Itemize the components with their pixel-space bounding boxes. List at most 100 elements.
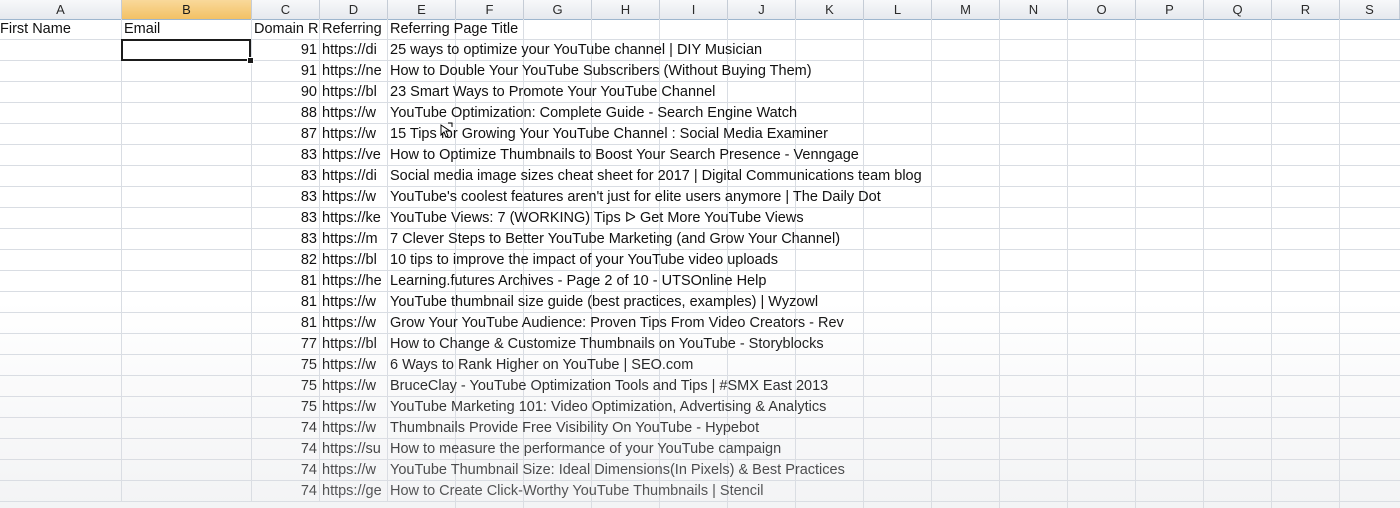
cell-first-name[interactable]: [0, 82, 122, 103]
column-header-d[interactable]: D: [320, 0, 388, 19]
cell-referring-title[interactable]: 10 tips to improve the impact of your Yo…: [388, 250, 948, 271]
cell-referring-title[interactable]: How to Double Your YouTube Subscribers (…: [388, 61, 948, 82]
cell-domain-rating[interactable]: 90: [252, 82, 320, 103]
cell-domain-rating[interactable]: 81: [252, 313, 320, 334]
cell-first-name[interactable]: [0, 355, 122, 376]
cell-domain-rating[interactable]: 74: [252, 418, 320, 439]
column-header-i[interactable]: I: [660, 0, 728, 19]
cell-referring-url[interactable]: https://w: [320, 313, 388, 334]
cell-referring-title[interactable]: How to Optimize Thumbnails to Boost Your…: [388, 145, 948, 166]
cell-first-name[interactable]: [0, 376, 122, 397]
cell-email[interactable]: [122, 166, 252, 187]
column-header-c[interactable]: C: [252, 0, 320, 19]
cell-referring-title[interactable]: BruceClay - YouTube Optimization Tools a…: [388, 376, 948, 397]
column-header-f[interactable]: F: [456, 0, 524, 19]
cell-referring-url[interactable]: https://w: [320, 103, 388, 124]
active-cell-selection[interactable]: [121, 39, 251, 61]
cell-domain-rating[interactable]: 75: [252, 376, 320, 397]
cell-domain-rating[interactable]: 74: [252, 460, 320, 481]
cell-email[interactable]: [122, 418, 252, 439]
cell-domain-rating[interactable]: 91: [252, 40, 320, 61]
header-first-name[interactable]: First Name: [0, 19, 122, 40]
cell-referring-title[interactable]: 6 Ways to Rank Higher on YouTube | SEO.c…: [388, 355, 948, 376]
cell-first-name[interactable]: [0, 145, 122, 166]
cell-email[interactable]: [122, 61, 252, 82]
column-header-l[interactable]: L: [864, 0, 932, 19]
cell-email[interactable]: [122, 82, 252, 103]
cell-first-name[interactable]: [0, 250, 122, 271]
cell-email[interactable]: [122, 124, 252, 145]
cell-referring-title[interactable]: YouTube's coolest features aren't just f…: [388, 187, 948, 208]
cell-email[interactable]: [122, 187, 252, 208]
column-header-p[interactable]: P: [1136, 0, 1204, 19]
cell-referring-url[interactable]: https://w: [320, 376, 388, 397]
cell-referring-url[interactable]: https://ke: [320, 208, 388, 229]
column-header-m[interactable]: M: [932, 0, 1000, 19]
cell-referring-title[interactable]: YouTube Marketing 101: Video Optimizatio…: [388, 397, 948, 418]
column-header-s[interactable]: S: [1340, 0, 1400, 19]
cell-email[interactable]: [122, 439, 252, 460]
cell-referring-url[interactable]: https://w: [320, 460, 388, 481]
cell-referring-title[interactable]: Learning.futures Archives - Page 2 of 10…: [388, 271, 948, 292]
cell-first-name[interactable]: [0, 208, 122, 229]
cell-first-name[interactable]: [0, 334, 122, 355]
cell-first-name[interactable]: [0, 166, 122, 187]
cell-referring-title[interactable]: How to measure the performance of your Y…: [388, 439, 948, 460]
column-header-h[interactable]: H: [592, 0, 660, 19]
header-referring-url[interactable]: Referring: [320, 19, 388, 40]
cell-email[interactable]: [122, 313, 252, 334]
cell-referring-url[interactable]: https://w: [320, 355, 388, 376]
cell-referring-url[interactable]: https://m: [320, 229, 388, 250]
column-header-k[interactable]: K: [796, 0, 864, 19]
cell-first-name[interactable]: [0, 397, 122, 418]
cell-domain-rating[interactable]: 83: [252, 208, 320, 229]
cell-email[interactable]: [122, 334, 252, 355]
cell-referring-url[interactable]: https://w: [320, 292, 388, 313]
cell-domain-rating[interactable]: 77: [252, 334, 320, 355]
cell-referring-title[interactable]: YouTube thumbnail size guide (best pract…: [388, 292, 948, 313]
cell-referring-url[interactable]: https://w: [320, 418, 388, 439]
column-header-j[interactable]: J: [728, 0, 796, 19]
cell-first-name[interactable]: [0, 40, 122, 61]
cell-domain-rating[interactable]: 82: [252, 250, 320, 271]
cell-domain-rating[interactable]: 75: [252, 355, 320, 376]
cell-referring-url[interactable]: https://ne: [320, 61, 388, 82]
cell-email[interactable]: [122, 397, 252, 418]
cell-first-name[interactable]: [0, 61, 122, 82]
cell-first-name[interactable]: [0, 229, 122, 250]
cell-first-name[interactable]: [0, 460, 122, 481]
cell-first-name[interactable]: [0, 103, 122, 124]
cell-domain-rating[interactable]: 81: [252, 292, 320, 313]
cell-domain-rating[interactable]: 83: [252, 145, 320, 166]
cell-domain-rating[interactable]: 87: [252, 124, 320, 145]
column-header-o[interactable]: O: [1068, 0, 1136, 19]
cell-first-name[interactable]: [0, 439, 122, 460]
cell-first-name[interactable]: [0, 481, 122, 502]
cell-domain-rating[interactable]: 74: [252, 481, 320, 502]
cell-referring-title[interactable]: 7 Clever Steps to Better YouTube Marketi…: [388, 229, 948, 250]
cell-referring-title[interactable]: How to Change & Customize Thumbnails on …: [388, 334, 948, 355]
column-header-r[interactable]: R: [1272, 0, 1340, 19]
column-header-q[interactable]: Q: [1204, 0, 1272, 19]
cell-domain-rating[interactable]: 83: [252, 229, 320, 250]
cell-domain-rating[interactable]: 83: [252, 187, 320, 208]
cell-email[interactable]: [122, 229, 252, 250]
cell-first-name[interactable]: [0, 271, 122, 292]
cell-referring-url[interactable]: https://di: [320, 40, 388, 61]
cell-domain-rating[interactable]: 75: [252, 397, 320, 418]
fill-handle[interactable]: [247, 57, 254, 64]
cell-email[interactable]: [122, 460, 252, 481]
cell-referring-title[interactable]: YouTube Views: 7 (WORKING) Tips ᐅ Get Mo…: [388, 208, 948, 229]
cell-referring-url[interactable]: https://w: [320, 124, 388, 145]
cell-referring-title[interactable]: Social media image sizes cheat sheet for…: [388, 166, 948, 187]
cell-first-name[interactable]: [0, 124, 122, 145]
cell-domain-rating[interactable]: 83: [252, 166, 320, 187]
cell-referring-url[interactable]: https://bl: [320, 82, 388, 103]
header-email[interactable]: Email: [122, 19, 252, 40]
column-header-n[interactable]: N: [1000, 0, 1068, 19]
cell-referring-url[interactable]: https://he: [320, 271, 388, 292]
cell-referring-url[interactable]: https://di: [320, 166, 388, 187]
cell-referring-title[interactable]: Thumbnails Provide Free Visibility On Yo…: [388, 418, 948, 439]
header-referring-title[interactable]: Referring Page Title: [388, 19, 688, 40]
column-header-b[interactable]: B: [122, 0, 252, 19]
